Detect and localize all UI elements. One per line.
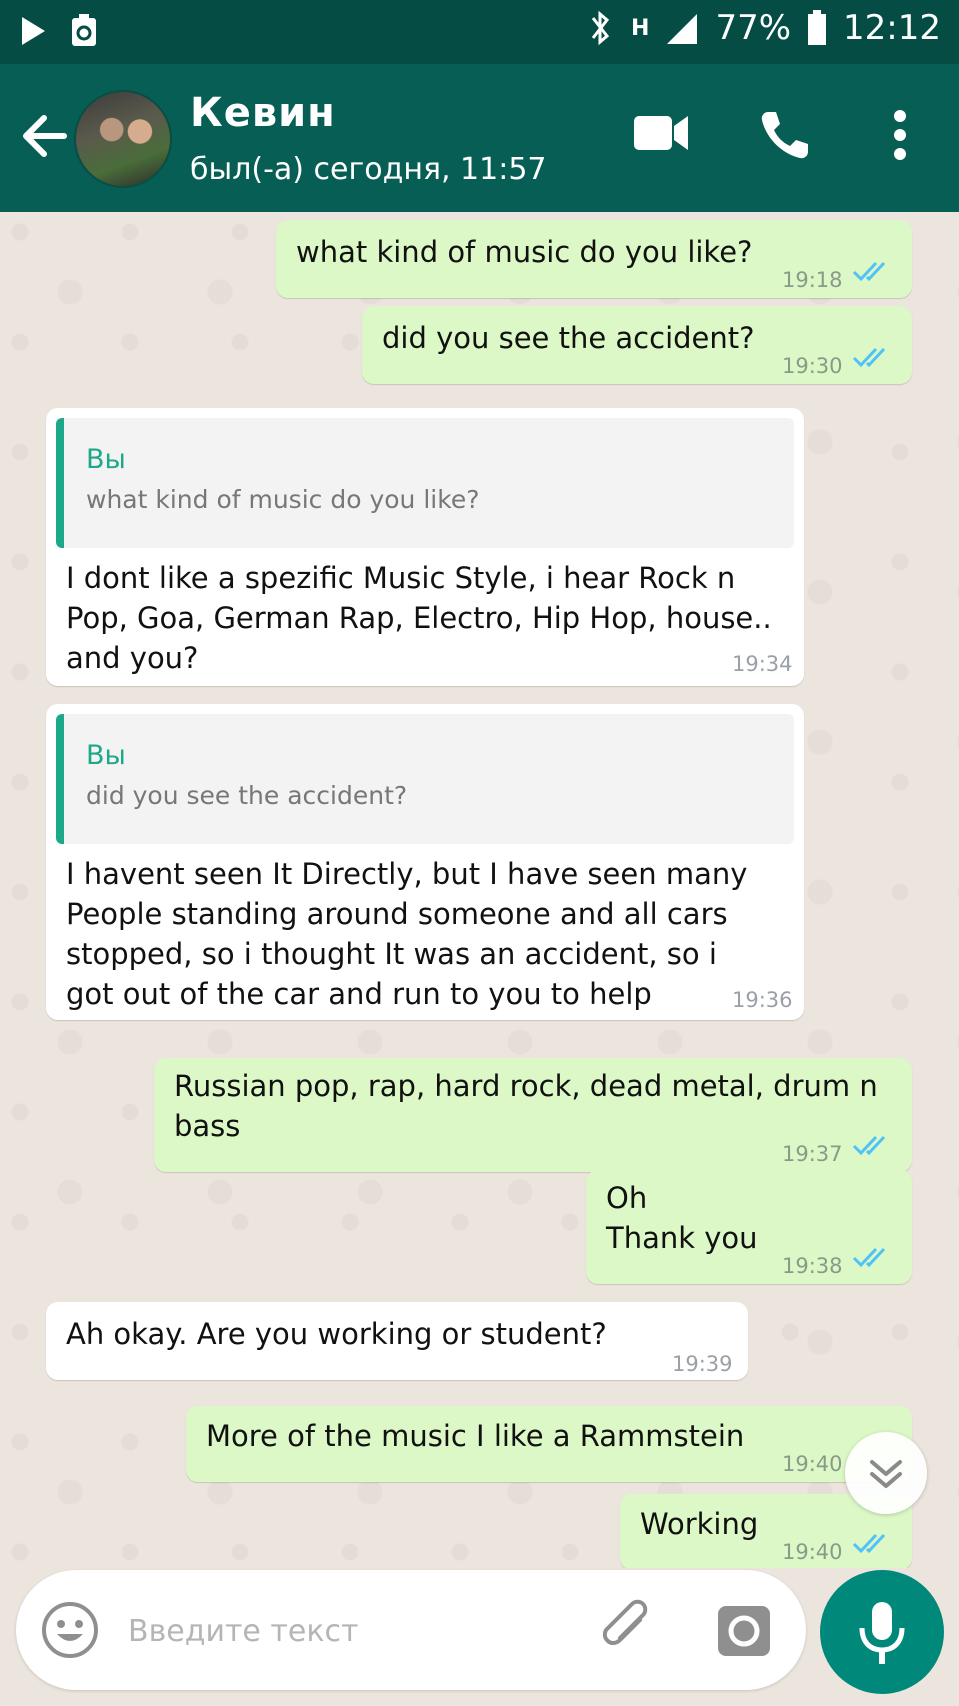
recycle-notification-icon: [72, 14, 96, 46]
message-text: what kind of music do you like?: [296, 235, 753, 269]
outgoing-message[interactable]: did you see the accident? 19:30: [362, 306, 912, 384]
last-seen-status: был(-а) сегодня, 11:57: [190, 152, 547, 187]
message-composer: [16, 1570, 806, 1690]
message-time: 19:36: [732, 988, 793, 1012]
quoted-message[interactable]: Вы did you see the accident?: [56, 714, 794, 844]
outgoing-message[interactable]: Oh Thank you 19:38: [586, 1170, 912, 1284]
message-time: 19:39: [672, 1352, 733, 1376]
more-vert-icon[interactable]: [888, 108, 912, 162]
double-check-read-icon: [852, 1533, 886, 1554]
camera-icon[interactable]: [716, 1604, 772, 1658]
message-text: Oh Thank you: [606, 1181, 758, 1255]
message-text: More of the music I like a Rammstein: [206, 1419, 745, 1453]
incoming-message[interactable]: Ah okay. Are you working or student? 19:…: [46, 1302, 748, 1380]
outgoing-message[interactable]: More of the music I like a Rammstein 19:…: [186, 1406, 912, 1482]
network-type: H: [631, 15, 650, 41]
message-time: 19:40: [782, 1452, 843, 1476]
message-text: Ah okay. Are you working or student?: [66, 1317, 607, 1351]
message-time: 19:34: [732, 652, 793, 676]
message-text: I dont like a spezific Music Style, i he…: [66, 561, 772, 675]
contact-name[interactable]: Кевин: [190, 90, 336, 136]
outgoing-message[interactable]: what kind of music do you like? 19:18: [276, 220, 912, 298]
message-time: 19:38: [782, 1254, 843, 1278]
battery-percent: 77%: [715, 8, 792, 48]
message-time: 19:30: [782, 354, 843, 378]
bluetooth-icon: [591, 10, 610, 46]
back-arrow-icon[interactable]: [20, 106, 70, 166]
double-check-read-icon: [852, 261, 886, 282]
quote-author: Вы: [86, 444, 126, 475]
double-check-read-icon: [852, 1247, 886, 1268]
message-time: 19:40: [782, 1540, 843, 1564]
incoming-message[interactable]: Вы what kind of music do you like? I don…: [46, 408, 804, 686]
double-check-read-icon: [852, 1135, 886, 1156]
mic-button[interactable]: [820, 1570, 944, 1694]
quoted-message[interactable]: Вы what kind of music do you like?: [56, 418, 794, 548]
video-call-icon[interactable]: [632, 108, 692, 158]
incoming-message[interactable]: Вы did you see the accident? I havent se…: [46, 704, 804, 1020]
quote-text: did you see the accident?: [86, 781, 408, 810]
play-store-icon: [22, 17, 45, 45]
outgoing-message[interactable]: Russian pop, rap, hard rock, dead metal,…: [154, 1058, 912, 1172]
message-list[interactable]: what kind of music do you like? 19:18 di…: [0, 212, 959, 1568]
clock: 12:12: [843, 8, 941, 48]
message-time: 19:18: [782, 268, 843, 292]
quote-text: what kind of music do you like?: [86, 485, 480, 514]
signal-icon: [667, 14, 698, 44]
quote-author: Вы: [86, 740, 126, 771]
battery-icon: [808, 10, 827, 45]
message-text: Russian pop, rap, hard rock, dead metal,…: [174, 1069, 878, 1143]
message-text: Working: [640, 1507, 759, 1541]
mic-icon: [859, 1602, 905, 1664]
double-check-read-icon: [852, 347, 886, 368]
message-time: 19:37: [782, 1142, 843, 1166]
phone-icon[interactable]: [758, 108, 812, 162]
chat-header: Кевин был(-а) сегодня, 11:57: [0, 64, 959, 212]
scroll-to-bottom-button[interactable]: [845, 1432, 927, 1514]
chevron-double-down-icon: [870, 1460, 902, 1488]
attach-icon[interactable]: [596, 1598, 660, 1662]
status-bar: H 77% 12:12: [0, 0, 959, 64]
message-text: did you see the accident?: [382, 321, 755, 355]
contact-avatar[interactable]: [74, 90, 172, 188]
message-input[interactable]: [126, 1602, 580, 1660]
emoji-icon[interactable]: [40, 1600, 100, 1660]
message-text: I havent seen It Directly, but I have se…: [66, 857, 748, 1011]
